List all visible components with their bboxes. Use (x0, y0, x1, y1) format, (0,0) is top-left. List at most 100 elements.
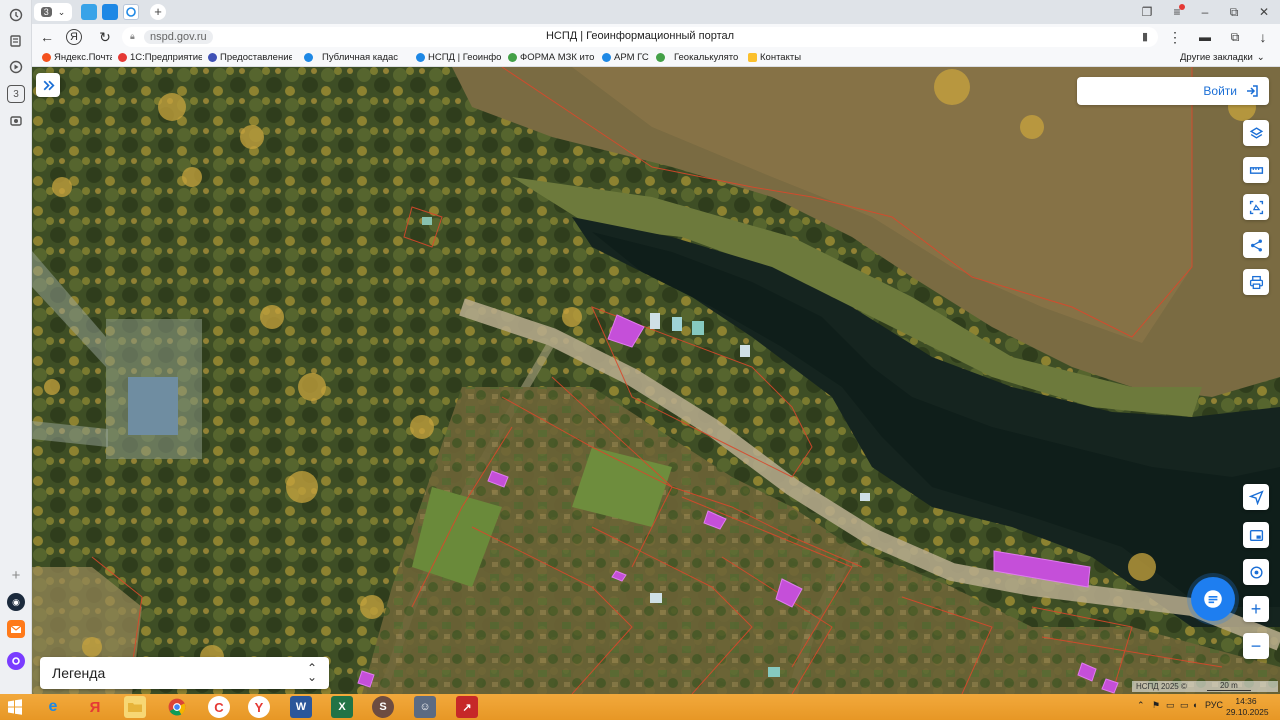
scale-bar: 20 m (1206, 682, 1251, 691)
bookmark-7[interactable]: Геокалькулято (656, 52, 740, 63)
geocalc-icon (656, 53, 665, 62)
back-button[interactable]: ← (38, 28, 56, 46)
tray-expand-icon[interactable]: ⌃ (1137, 700, 1145, 711)
close-button[interactable]: ✕ (1255, 3, 1273, 21)
attribution-text: НСПД 2025 © (1136, 682, 1187, 691)
gov-icon (208, 53, 217, 62)
login-label: Войти (1203, 84, 1237, 98)
map-view[interactable]: Войти + − Легенда ⌃ ⌄ НСПД 2025 © 20 m (32, 67, 1280, 694)
chevron-down-icon: ⌄ (57, 6, 66, 17)
language-indicator[interactable]: РУС (1205, 700, 1223, 710)
chart-app-icon[interactable]: ↗ (456, 696, 478, 718)
restore-button[interactable]: ⧉ (1225, 3, 1243, 21)
bookmark-label: Предоставление (220, 52, 292, 63)
excel-icon[interactable]: X (331, 696, 353, 718)
layers-button[interactable] (1243, 120, 1269, 146)
tab-favicon-app[interactable] (102, 4, 118, 20)
word-icon[interactable]: W (290, 696, 312, 718)
flag-icon[interactable]: ⚑ (1152, 700, 1160, 711)
clock[interactable]: 14:36 29.10.2025 (1226, 696, 1269, 718)
extensions-icon[interactable]: ⧉ (1226, 28, 1244, 46)
badge-3-icon[interactable]: 3 (7, 85, 25, 103)
tab-manager-icon[interactable]: ❐ (1138, 3, 1156, 21)
start-button[interactable] (4, 696, 26, 718)
clock-date: 29.10.2025 (1226, 707, 1269, 717)
play-icon[interactable] (7, 58, 25, 76)
bookmark-2[interactable]: Предоставление (208, 52, 292, 63)
screenshot-icon[interactable] (7, 112, 25, 130)
file-explorer-icon[interactable] (124, 696, 146, 718)
chat-button[interactable] (1191, 577, 1235, 621)
geolocation-button[interactable] (1243, 559, 1269, 585)
tab-group-counter[interactable]: 3 ⌄ (34, 3, 72, 21)
minimap-button[interactable] (1243, 522, 1269, 548)
bookmark-label: Геокалькулято (674, 52, 739, 63)
other-bookmarks[interactable]: Другие закладки ⌄ (1180, 52, 1270, 63)
address-bar: ← Я ↻ 🔒︎ nspd.gov.ru НСПД | Геоинформаци… (32, 24, 1280, 50)
zoom-in-button[interactable]: + (1243, 596, 1269, 622)
bookmark-1[interactable]: 1С:Предприятие (118, 52, 202, 63)
internet-explorer-icon[interactable]: e (42, 696, 64, 718)
legend-dropdown[interactable]: Легенда ⌃ ⌄ (40, 657, 329, 689)
history-icon[interactable] (7, 6, 25, 24)
yandex-app-icon[interactable]: Y (248, 696, 270, 718)
network-icon[interactable]: ▭ (1166, 700, 1175, 711)
bookmark-star-icon[interactable]: ▮ (1142, 30, 1148, 43)
alice-app-icon[interactable]: ◉ (7, 593, 25, 611)
bookmark-0[interactable]: Яндекс.Почта (42, 52, 112, 63)
navigation-arrow-icon (1248, 489, 1264, 505)
bookmark-label: 1С:Предприятие (130, 52, 202, 63)
minimize-button[interactable]: – (1196, 3, 1214, 21)
login-icon (1247, 85, 1258, 97)
c-app-icon[interactable]: C (208, 696, 230, 718)
chrome-icon[interactable] (166, 696, 188, 718)
user-app-icon[interactable]: ☺ (414, 696, 436, 718)
nspd-icon (416, 53, 425, 62)
bookmark-5[interactable]: ФОРМА МЗК ито (508, 52, 594, 63)
print-button[interactable] (1243, 269, 1269, 295)
bookmark-8[interactable]: Контакты (748, 52, 818, 63)
cadastre-icon (304, 53, 313, 62)
zoom-out-button[interactable]: − (1243, 633, 1269, 659)
measure-button[interactable] (1243, 157, 1269, 183)
menu-icon[interactable]: ≡ (1168, 3, 1186, 21)
bookmarks-bar: Яндекс.Почта 1С:Предприятие Предоставлен… (32, 50, 1280, 67)
add-panel-icon[interactable]: + (7, 566, 25, 584)
bookmark-label: АРМ ГС (614, 52, 649, 63)
page-title: НСПД | Геоинформационный портал (545, 30, 735, 42)
plus-icon: + (1250, 598, 1262, 619)
monitor-icon[interactable]: ▭ (1180, 700, 1189, 711)
bookmark-label: НСПД | Геоинфор (428, 52, 502, 63)
collections-icon[interactable] (7, 32, 25, 50)
windows-taskbar: e Я C Y W X S ☺ ↗ ⌃ ⚑ ▭ ▭ ◖ РУС 14:36 29… (0, 694, 1280, 720)
bookmark-3[interactable]: Публичная кадас (304, 52, 408, 63)
select-area-button[interactable] (1243, 194, 1269, 220)
new-tab-button[interactable]: + (150, 4, 166, 20)
yandex-browser-icon[interactable]: Я (84, 696, 106, 718)
tab-favicon-nspd-active[interactable] (123, 4, 139, 20)
volume-icon[interactable]: ◖ (1192, 700, 1197, 710)
minimap-icon (1249, 529, 1263, 541)
url-field[interactable]: 🔒︎ nspd.gov.ru НСПД | Геоинформационный … (122, 27, 1158, 47)
more-menu-icon[interactable]: ⋮ (1166, 28, 1184, 46)
clock-time: 14:36 (1235, 696, 1257, 706)
yandex-button[interactable]: Я (66, 29, 82, 45)
bookmark-4[interactable]: НСПД | Геоинфор (416, 52, 502, 63)
share-button[interactable] (1243, 232, 1269, 258)
protect-icon[interactable]: ▬ (1196, 28, 1214, 46)
reload-button[interactable]: ↻ (96, 28, 114, 46)
downloads-icon[interactable]: ↓ (1254, 28, 1272, 46)
ruler-icon (1249, 166, 1263, 174)
messenger-app-icon[interactable] (7, 652, 25, 670)
s-app-icon[interactable]: S (372, 696, 394, 718)
bookmark-label: Яндекс.Почта (54, 52, 112, 63)
locate-button[interactable] (1243, 484, 1269, 510)
tab-count: 3 (40, 7, 52, 17)
yandex-mail-icon (42, 53, 51, 62)
mail-app-icon[interactable] (7, 620, 25, 638)
tab-favicon-gallery[interactable] (81, 4, 97, 20)
select-area-icon (1249, 200, 1263, 214)
login-button[interactable]: Войти (1077, 77, 1269, 105)
expand-panel-button[interactable] (36, 73, 60, 97)
bookmark-6[interactable]: АРМ ГС (602, 52, 652, 63)
